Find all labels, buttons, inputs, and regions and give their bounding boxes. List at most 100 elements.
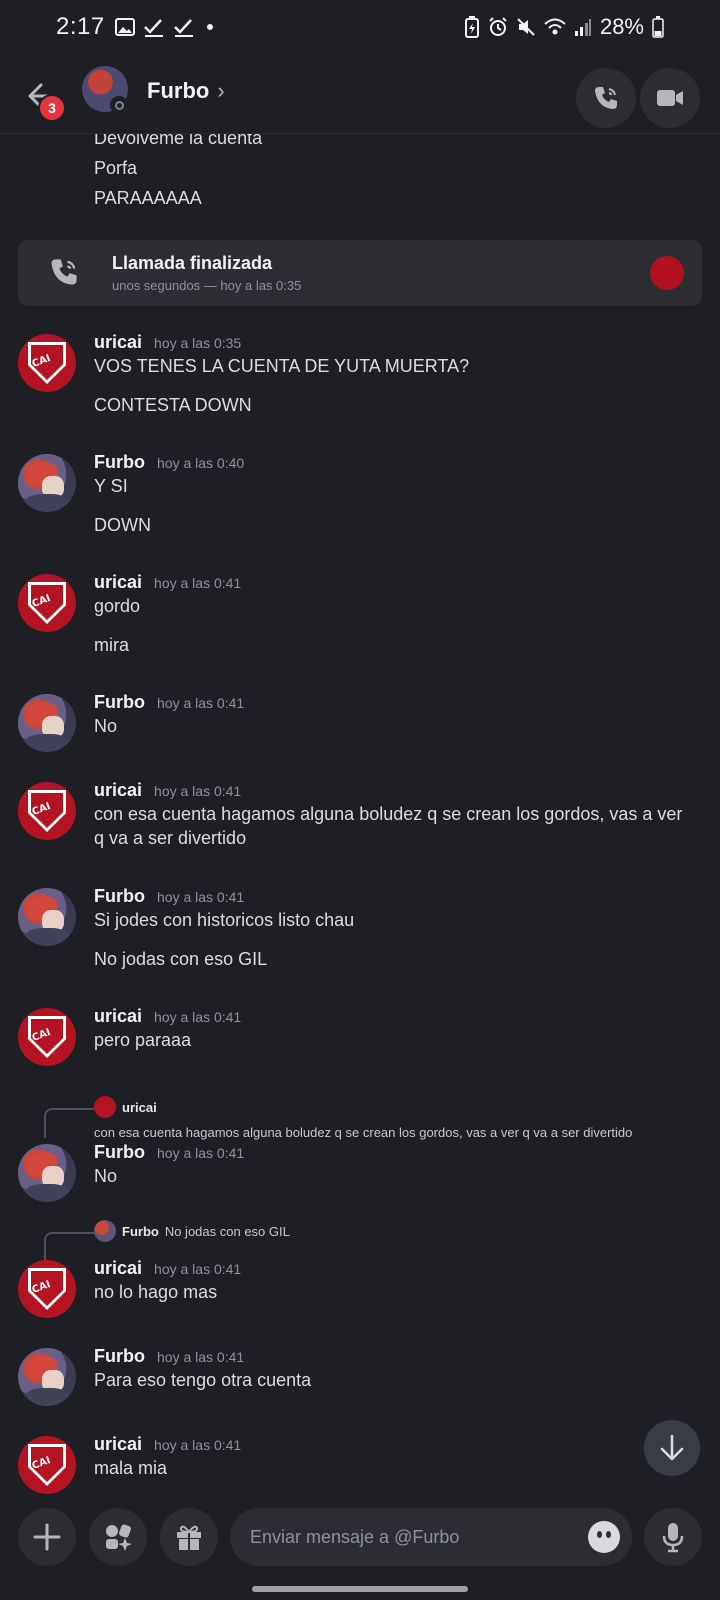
gift-button[interactable] — [160, 1508, 218, 1566]
participant-avatar — [650, 256, 684, 290]
reply-preview[interactable]: uricai con esa cuenta hagamos alguna bol… — [94, 1096, 654, 1142]
voice-call-button[interactable] — [576, 68, 636, 128]
message-header: uricai hoy a las 0:41 — [94, 1434, 241, 1455]
apps-button[interactable] — [89, 1508, 147, 1566]
avatar[interactable]: CAI — [18, 782, 76, 840]
wifi-icon — [544, 18, 566, 35]
video-call-button[interactable] — [640, 68, 700, 128]
battery-saver-icon — [464, 16, 479, 38]
battery-percent: 28% — [599, 14, 644, 39]
message-line: No jodas con eso GIL — [94, 949, 268, 969]
message-header: Furbo hoy a las 0:41 — [94, 1346, 244, 1367]
timestamp: hoy a las 0:41 — [154, 1009, 242, 1025]
notification-icons — [114, 17, 217, 37]
microphone-icon — [662, 1523, 684, 1553]
message-line: No — [94, 716, 118, 736]
timestamp: hoy a las 0:41 — [157, 695, 245, 711]
username[interactable]: uricai — [94, 1434, 142, 1455]
alarm-icon — [489, 17, 507, 36]
username[interactable]: uricai — [94, 1006, 142, 1027]
chevron-right-icon: › — [217, 78, 225, 103]
check-notification-icon — [173, 19, 193, 37]
username[interactable]: Furbo — [94, 452, 145, 473]
emoji-icon[interactable] — [588, 1521, 620, 1553]
unread-badge: 3 — [38, 94, 66, 122]
message-line: pero paraaa — [94, 1030, 192, 1050]
timestamp: hoy a las 0:41 — [157, 889, 245, 905]
signal-icon — [574, 19, 591, 36]
message-header: Furbo hoy a las 0:41 — [94, 692, 244, 713]
message-line: Porfa — [94, 158, 138, 178]
gift-icon — [177, 1525, 201, 1550]
message-line: con esa cuenta hagamos alguna boludez q … — [94, 804, 683, 848]
reply-text: No jodas con eso GIL — [164, 1223, 290, 1239]
message-header: uricai hoy a las 0:41 — [94, 1006, 241, 1027]
avatar[interactable] — [18, 694, 76, 752]
video-camera-icon — [657, 90, 683, 106]
arrow-down-icon — [660, 1434, 684, 1461]
timestamp: hoy a las 0:41 — [154, 1261, 242, 1277]
reply-avatar — [94, 1220, 116, 1242]
message-line: Devolveme la cuenta — [94, 134, 263, 148]
home-indicator[interactable] — [252, 1586, 468, 1592]
call-subtitle: unos segundos — hoy a las 0:35 — [112, 278, 302, 293]
message-input-container[interactable] — [230, 1508, 632, 1566]
reply-preview[interactable]: Furbo No jodas con eso GIL — [94, 1220, 290, 1242]
message-line: No — [94, 1166, 118, 1186]
avatar[interactable] — [18, 1144, 76, 1202]
username[interactable]: uricai — [94, 780, 142, 801]
message-header: uricai hoy a las 0:35 — [94, 332, 241, 353]
avatar[interactable]: CAI — [18, 574, 76, 632]
message-line: Si jodes con historicos listo chau — [94, 910, 355, 930]
avatar[interactable]: CAI — [18, 1260, 76, 1318]
message-line: VOS TENES LA CUENTA DE YUTA MUERTA? — [94, 356, 470, 376]
message-composer — [0, 1496, 720, 1600]
username[interactable]: Furbo — [94, 1346, 145, 1367]
scroll-to-bottom-button[interactable] — [644, 1420, 700, 1476]
message-line: mira — [94, 635, 129, 655]
username[interactable]: uricai — [94, 1258, 142, 1279]
check-notification-icon — [143, 19, 163, 37]
message-line: Y SI — [94, 476, 128, 496]
phone-icon — [595, 87, 617, 109]
avatar[interactable]: CAI — [18, 1436, 76, 1494]
username[interactable]: Furbo — [94, 692, 145, 713]
status-bar: 2:17 28% — [0, 0, 720, 54]
avatar[interactable] — [18, 888, 76, 946]
timestamp: hoy a las 0:35 — [154, 335, 242, 351]
timestamp: hoy a las 0:41 — [157, 1349, 245, 1365]
status-time: 2:17 — [56, 13, 105, 40]
timestamp: hoy a las 0:41 — [154, 575, 242, 591]
message-line: PARAAAAAA — [94, 188, 202, 208]
avatar[interactable]: CAI — [18, 334, 76, 392]
message-line: Para eso tengo otra cuenta — [94, 1370, 312, 1390]
reply-avatar — [94, 1096, 116, 1118]
avatar[interactable] — [18, 454, 76, 512]
reply-connector — [44, 1108, 94, 1138]
voice-message-button[interactable] — [644, 1508, 702, 1566]
phone-icon — [51, 259, 77, 285]
contact-name-button[interactable]: Furbo › — [147, 78, 225, 104]
username[interactable]: uricai — [94, 332, 142, 353]
message-line: mala mia — [94, 1458, 168, 1478]
username[interactable]: Furbo — [94, 1142, 145, 1163]
call-ended-card[interactable]: Llamada finalizada unos segundos — hoy a… — [18, 240, 702, 306]
reply-username: uricai — [122, 1099, 157, 1115]
avatar[interactable] — [18, 1348, 76, 1406]
message-line: no lo hago mas — [94, 1282, 218, 1302]
message-header: uricai hoy a las 0:41 — [94, 780, 241, 801]
add-attachment-button[interactable] — [18, 1508, 76, 1566]
image-notification-icon — [114, 18, 135, 36]
reply-connector — [44, 1232, 94, 1260]
username[interactable]: Furbo — [94, 886, 145, 907]
message-list[interactable]: Devolveme la cuenta Porfa PARAAAAAA Llam… — [0, 134, 720, 1496]
timestamp: hoy a las 0:41 — [154, 1437, 242, 1453]
username[interactable]: uricai — [94, 572, 142, 593]
offline-status-icon — [110, 96, 128, 114]
message-header: Furbo hoy a las 0:40 — [94, 452, 244, 473]
reply-text: con esa cuenta hagamos alguna boludez q … — [94, 1125, 633, 1140]
message-input[interactable] — [248, 1525, 572, 1549]
message-line: DOWN — [94, 515, 151, 535]
message-header: uricai hoy a las 0:41 — [94, 572, 241, 593]
avatar[interactable]: CAI — [18, 1008, 76, 1066]
